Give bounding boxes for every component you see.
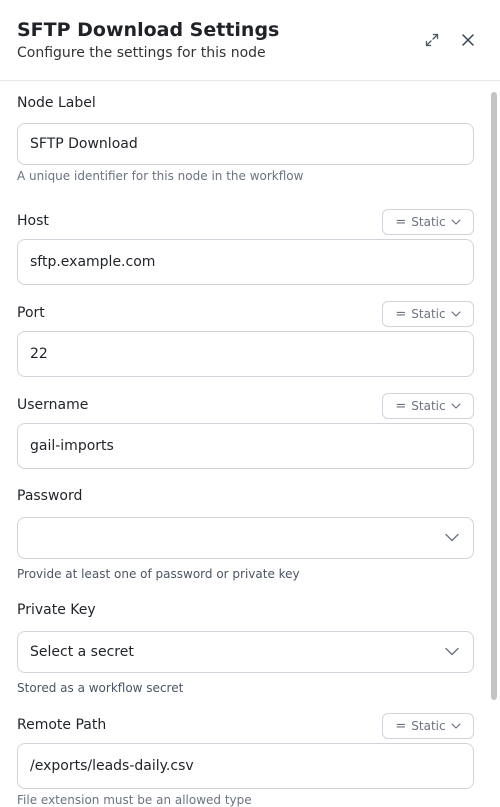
private-key-placeholder: Select a secret [30, 644, 134, 660]
equals-icon: = [395, 398, 407, 414]
remote-path-label: Remote Path [17, 717, 107, 733]
host-value: sftp.example.com [30, 254, 156, 270]
password-select[interactable] [17, 517, 474, 559]
username-mode-toggle[interactable]: = Static [382, 393, 474, 419]
close-icon [462, 34, 474, 46]
host-input[interactable]: sftp.example.com [17, 239, 474, 285]
port-label: Port [17, 305, 45, 321]
node-label-input[interactable]: SFTP Download [17, 123, 474, 165]
panel-header: SFTP Download Settings Configure the set… [0, 0, 500, 81]
private-key-select[interactable]: Select a secret [17, 631, 474, 673]
node-label-value: SFTP Download [30, 136, 138, 152]
panel-title: SFTP Download Settings [17, 19, 280, 41]
private-key-label: Private Key [17, 602, 96, 618]
private-key-help: Stored as a workflow secret [17, 681, 184, 695]
close-button[interactable] [456, 28, 480, 52]
remote-path-value: /exports/leads-daily.csv [30, 758, 194, 774]
remote-path-help: File extension must be an allowed type [17, 793, 252, 807]
port-value: 22 [30, 346, 48, 362]
equals-icon: = [395, 214, 407, 230]
chevron-down-icon [445, 647, 459, 656]
chevron-down-icon [451, 219, 461, 225]
equals-icon: = [395, 306, 407, 322]
port-input[interactable]: 22 [17, 331, 474, 377]
username-label: Username [17, 397, 89, 413]
remote-path-input[interactable]: /exports/leads-daily.csv [17, 743, 474, 789]
remote-path-mode-toggle[interactable]: = Static [382, 713, 474, 739]
panel-subtitle: Configure the settings for this node [17, 45, 266, 61]
node-label-help: A unique identifier for this node in the… [17, 169, 304, 183]
username-mode-label: Static [411, 399, 446, 413]
chevron-down-icon [445, 533, 459, 542]
password-label: Password [17, 488, 83, 504]
port-mode-label: Static [411, 307, 446, 321]
chevron-down-icon [451, 403, 461, 409]
expand-icon [425, 33, 439, 47]
username-value: gail-imports [30, 438, 114, 454]
remote-path-mode-label: Static [411, 719, 446, 733]
host-mode-toggle[interactable]: = Static [382, 209, 474, 235]
host-mode-label: Static [411, 215, 446, 229]
expand-button[interactable] [420, 28, 444, 52]
host-label: Host [17, 213, 49, 229]
username-input[interactable]: gail-imports [17, 423, 474, 469]
chevron-down-icon [451, 723, 461, 729]
node-label-label: Node Label [17, 95, 96, 111]
port-mode-toggle[interactable]: = Static [382, 301, 474, 327]
chevron-down-icon [451, 311, 461, 317]
equals-icon: = [395, 718, 407, 734]
password-help: Provide at least one of password or priv… [17, 567, 300, 581]
scrollbar-thumb[interactable] [491, 92, 497, 700]
